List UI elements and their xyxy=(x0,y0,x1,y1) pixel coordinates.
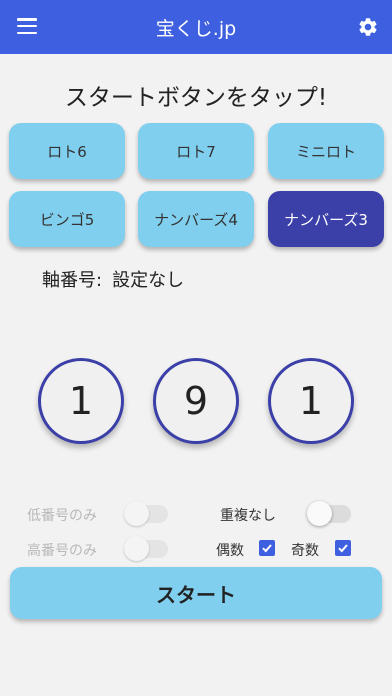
low-only-switch[interactable] xyxy=(124,499,172,527)
odd-checkbox[interactable] xyxy=(335,540,351,556)
low-only-label: 低番号のみ xyxy=(27,508,97,524)
check-icon xyxy=(338,544,348,553)
start-button[interactable]: スタート xyxy=(10,567,382,619)
even-checkbox[interactable] xyxy=(259,540,275,556)
high-only-switch[interactable] xyxy=(124,534,172,562)
gear-icon[interactable] xyxy=(357,16,379,38)
game-button-bingo5[interactable]: ビンゴ5 xyxy=(9,191,125,247)
result-ball-2: 9 xyxy=(153,358,239,444)
check-icon xyxy=(262,544,272,553)
high-only-label: 高番号のみ xyxy=(27,543,97,559)
result-ball-3: 1 xyxy=(268,358,354,444)
instruction-heading: スタートボタンをタップ! xyxy=(64,85,328,111)
axis-number-value: 設定なし xyxy=(112,270,185,291)
result-ball-1: 1 xyxy=(38,358,124,444)
game-button-numbers3[interactable]: ナンバーズ3 xyxy=(268,191,384,247)
app-title: 宝くじ.jp xyxy=(155,18,237,40)
app-bar: 宝くじ.jp xyxy=(0,0,392,54)
game-button-numbers4[interactable]: ナンバーズ4 xyxy=(138,191,254,247)
no-duplicate-switch[interactable] xyxy=(307,499,355,527)
no-duplicate-label: 重複なし xyxy=(220,508,276,524)
game-button-loto7[interactable]: ロト7 xyxy=(138,123,254,179)
axis-number[interactable]: 軸番号: 設定なし xyxy=(42,266,184,292)
even-label: 偶数 xyxy=(216,543,244,559)
axis-number-label: 軸番号: xyxy=(42,270,103,291)
odd-label: 奇数 xyxy=(291,543,319,559)
game-button-loto6[interactable]: ロト6 xyxy=(9,123,125,179)
game-button-miniloto[interactable]: ミニロト xyxy=(268,123,384,179)
